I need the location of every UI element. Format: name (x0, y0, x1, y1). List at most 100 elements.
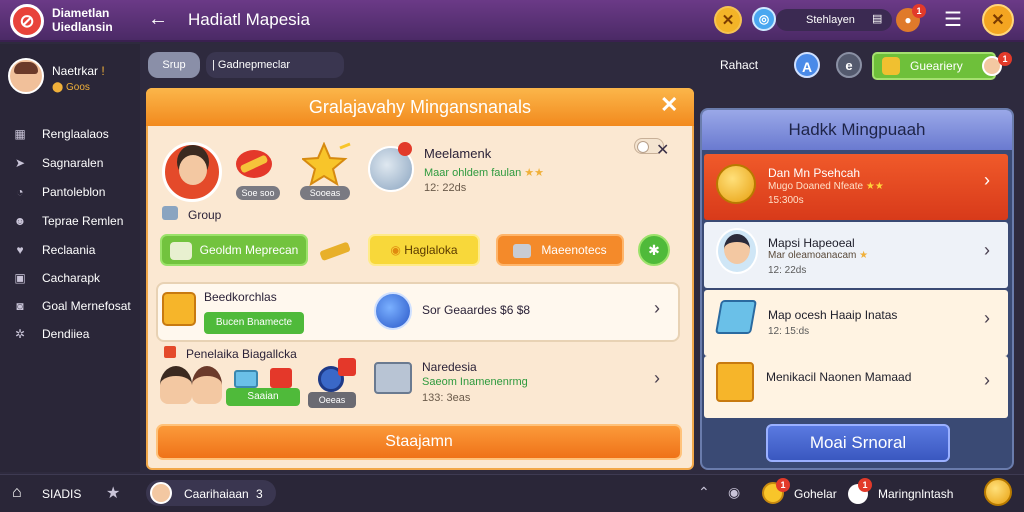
sidebar-item-2[interactable]: ➤ Sagnaralen (12, 151, 138, 175)
item-label: Soe soo (236, 186, 280, 200)
bell-icon[interactable]: ⌃ (698, 484, 710, 501)
app-store-icon[interactable]: A (794, 52, 820, 78)
chest-icon (162, 292, 196, 326)
avatar (150, 482, 172, 504)
gallery-button[interactable]: Gueariery (872, 52, 996, 80)
home-label[interactable]: SIADIS (42, 487, 81, 501)
page-title: Hadiatl Mapesia (188, 10, 310, 29)
dialog-title: Gralajavahy Mingansnanals (146, 88, 694, 126)
sidebar-item-5[interactable]: ♥ Reclaania (12, 238, 138, 262)
tools-icon[interactable]: ✕ (714, 6, 742, 34)
search-text: Stehlayen (806, 14, 855, 26)
person-icon (724, 234, 750, 264)
meta-sub: Maar ohldem faulan ★★ (424, 167, 545, 179)
breadcrumb-pill[interactable]: Srup (148, 52, 200, 78)
item-label: Sooeas (300, 186, 350, 200)
notification-badge: 1 (776, 478, 790, 492)
sidebar-item-3[interactable]: ◔ Pantoleblon (12, 180, 138, 204)
gift-icon (270, 368, 292, 388)
chevron-right-icon[interactable]: › (984, 308, 990, 329)
gift-icon (338, 358, 356, 376)
breadcrumb[interactable]: | Gadnepmeclar (206, 52, 344, 78)
chat-icon: ◔ (16, 185, 24, 199)
card-title: Menikacil Naonen Mamaad (766, 370, 912, 384)
app-logo-icon[interactable]: ⊘ (10, 4, 44, 38)
chevron-right-icon[interactable]: › (984, 240, 990, 261)
chevron-right-icon[interactable]: › (984, 170, 990, 191)
bottom-label-1[interactable]: Gohelar (794, 487, 837, 501)
monitor-icon (513, 243, 532, 258)
menu-icon[interactable]: ☰ (944, 10, 962, 30)
chevron-right-icon[interactable]: › (984, 370, 990, 391)
sidebar-item-8[interactable]: ✲ Dendiiea (12, 322, 138, 346)
chevron-right-icon[interactable]: › (654, 368, 660, 389)
box-icon (234, 370, 258, 388)
status-chip: Saaian (226, 388, 300, 406)
earth-icon (374, 292, 412, 330)
avatar[interactable] (8, 58, 44, 94)
card-num: 12: 15:ds (768, 326, 810, 337)
card-title: Naredesia (422, 360, 477, 374)
tablet-icon (715, 300, 757, 334)
card-sub: Mar oleamoanacam ★ (768, 250, 869, 261)
sidebar-item-7[interactable]: ◙ Goal Mernefosat (12, 294, 138, 318)
sidebar-item-1[interactable]: ▦ Renglaalaos (12, 122, 138, 146)
star-icon[interactable]: ★ (106, 483, 120, 503)
panel-button[interactable]: Moai Srnoral (766, 424, 950, 462)
coins-icon[interactable] (984, 478, 1012, 506)
dialog (146, 88, 694, 470)
user-label: Caarihaiaan (184, 487, 249, 501)
settings-icon: ✲ (14, 327, 26, 341)
notification-badge: 1 (858, 478, 872, 492)
box-icon (716, 362, 754, 402)
yellow-button[interactable]: ◉ Haglaloka (368, 234, 480, 266)
star-icon (300, 141, 351, 187)
coin-icon[interactable]: ◎ (752, 7, 776, 31)
users-icon: ☻ (13, 214, 27, 228)
dismiss-icon[interactable]: ✕ (656, 140, 669, 160)
close-icon[interactable]: ✕ (660, 92, 678, 118)
add-button[interactable]: ✱ (638, 234, 670, 266)
gallery-badge: 1 (998, 52, 1012, 66)
arrow-left-icon[interactable]: ← (148, 8, 168, 31)
sidebar-item-6[interactable]: ▣ Cacharapk (12, 266, 138, 290)
box-icon: ◙ (16, 299, 24, 313)
gallery-icon (882, 57, 900, 75)
computer-icon (374, 362, 412, 394)
home-icon[interactable]: ⌂ (12, 484, 22, 502)
section-label: Penelaika Biagallcka (186, 347, 297, 361)
avatar (162, 142, 222, 202)
profile-name: Naetrkar ! (52, 64, 105, 78)
image-icon (169, 241, 192, 260)
card-num: 133: 3eas (422, 392, 471, 404)
bag-icon[interactable]: ▤ (872, 12, 882, 25)
card-title: Dan Mn Psehcah (768, 166, 861, 180)
primary-green-button[interactable]: Geoldm Meprecan (160, 234, 308, 266)
card-num: 12: 22ds (768, 265, 807, 276)
card-sub: Mugo Doaned Nfeate ★★ (768, 181, 884, 192)
doc-icon: ▣ (14, 271, 26, 285)
notification-badge: 1 (912, 4, 926, 18)
firecracker-icon (232, 144, 276, 188)
settings-icon[interactable]: ◉ (728, 484, 740, 501)
card-title: Beedkorchlas (204, 290, 277, 304)
chevron-right-icon[interactable]: › (654, 298, 660, 319)
close-icon[interactable]: ✕ (982, 4, 1014, 36)
group-label: Group (188, 208, 222, 222)
group-icon (162, 206, 178, 220)
bottom-label-2[interactable]: Maringnlntash (878, 487, 953, 501)
edge-icon[interactable]: e (836, 52, 862, 78)
card-title: Mapsi Hapeoeal (768, 236, 855, 250)
card-sub: Saeom Inamenenrmg (422, 376, 528, 388)
refresh-link[interactable]: Rahact (720, 58, 758, 72)
avatar (192, 366, 222, 404)
card-title: Map ocesh Haaip Inatas (768, 308, 898, 322)
meta-title: Meelamenk (424, 146, 492, 161)
main-action-button[interactable]: Staajamn (156, 424, 682, 460)
card-right-text: Sor Geaardes $6 $8 (422, 303, 531, 317)
app-name: Diametlan Uiedlansin (52, 6, 113, 34)
orange-button[interactable]: Maeenotecs (496, 234, 624, 266)
sidebar-item-4[interactable]: ☻ Teprae Remlen (12, 209, 138, 233)
user-count: 3 (256, 487, 263, 501)
coins-icon (716, 164, 756, 204)
